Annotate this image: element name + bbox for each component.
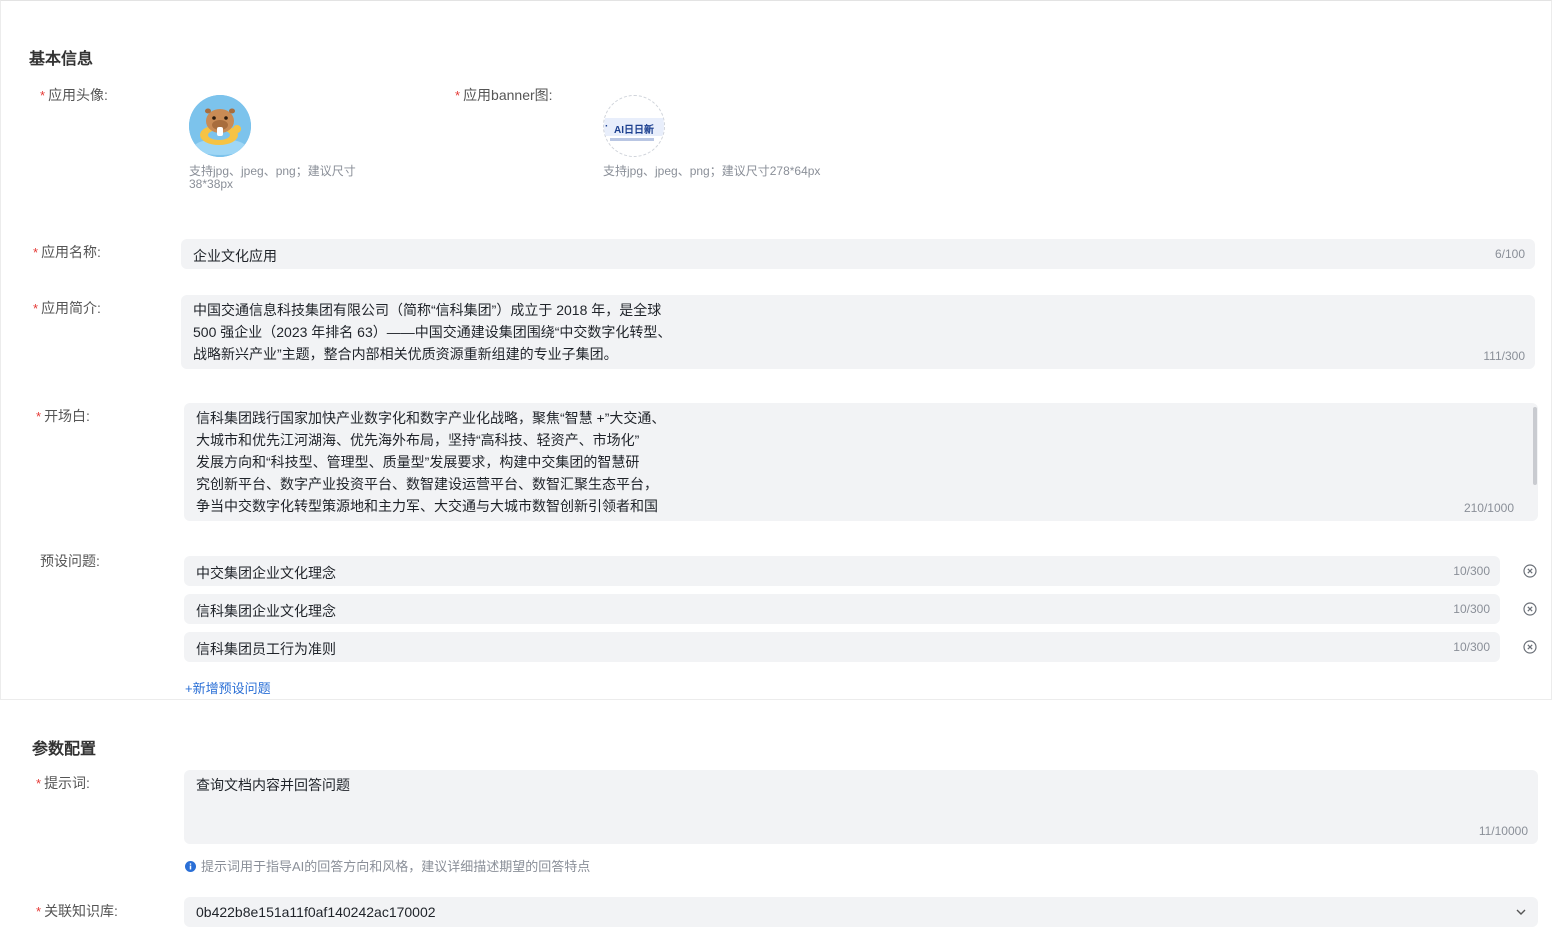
opening-label: * 开场白: [36,408,90,424]
banner-upload[interactable]: · AI日日新 [603,95,665,157]
preset-input[interactable]: 信科集团企业文化理念 10/300 [184,594,1500,624]
app-intro-label: * 应用简介: [33,300,101,316]
opening-scrollbar[interactable] [1533,407,1537,485]
add-preset-link[interactable]: +新增预设问题 [185,678,271,697]
banner-label: * 应用banner图: [455,87,553,103]
preset-input[interactable]: 信科集团员工行为准则 10/300 [184,632,1500,662]
app-name-count: 6/100 [1494,247,1525,261]
avatar-upload[interactable] [189,95,251,157]
prompt-textarea[interactable]: 查询文档内容并回答问题 11/10000 [184,770,1538,844]
app-intro-textarea[interactable]: 中国交通信息科技集团有限公司（简称“信科集团”）成立于 2018 年，是全球 5… [181,295,1535,369]
close-circle-icon[interactable] [1523,602,1537,616]
params-title: 参数配置 [32,741,97,758]
banner-hint: 支持jpg、jpeg、png；建议尺寸278*64px [603,164,821,178]
opening-textarea[interactable]: 信科集团践行国家加快产业数字化和数字产业化战略，聚焦“智慧 +”大交通、 大城市… [184,403,1538,521]
app-intro-text: 中国交通信息科技集团有限公司（简称“信科集团”）成立于 2018 年，是全球 5… [193,302,672,362]
avatar-label: * 应用头像: [40,87,108,103]
basic-info-title: 基本信息 [29,51,94,68]
preset-input[interactable]: 中交集团企业文化理念 10/300 [184,556,1500,586]
app-intro-count: 111/300 [1483,349,1525,363]
avatar-hint: 支持jpg、jpeg、png；建议尺寸 38*38px [189,164,356,191]
prompt-tip: 提示词用于指导AI的回答方向和风格，建议详细描述期望的回答特点 [201,859,591,874]
opening-text: 信科集团践行国家加快产业数字化和数字产业化战略，聚焦“智慧 +”大交通、 大城市… [196,410,666,514]
preset-label: 预设问题: [40,553,100,569]
app-name-input[interactable]: 企业文化应用 6/100 [181,239,1535,269]
info-icon [185,861,196,872]
prompt-count: 11/10000 [1478,824,1528,838]
banner-preview-image: · AI日日新 [604,118,664,136]
chevron-down-icon[interactable] [1516,908,1526,916]
opening-count: 210/1000 [1463,501,1514,515]
prompt-label: * 提示词: [36,775,90,791]
close-circle-icon[interactable] [1523,640,1537,654]
close-circle-icon[interactable] [1523,564,1537,578]
app-name-label: * 应用名称: [33,244,101,260]
kb-label: * 关联知识库: [36,903,118,919]
capybara-avatar-image [189,95,251,157]
kb-select[interactable]: 0b422b8e151a11f0af140242ac170002 [184,897,1538,927]
